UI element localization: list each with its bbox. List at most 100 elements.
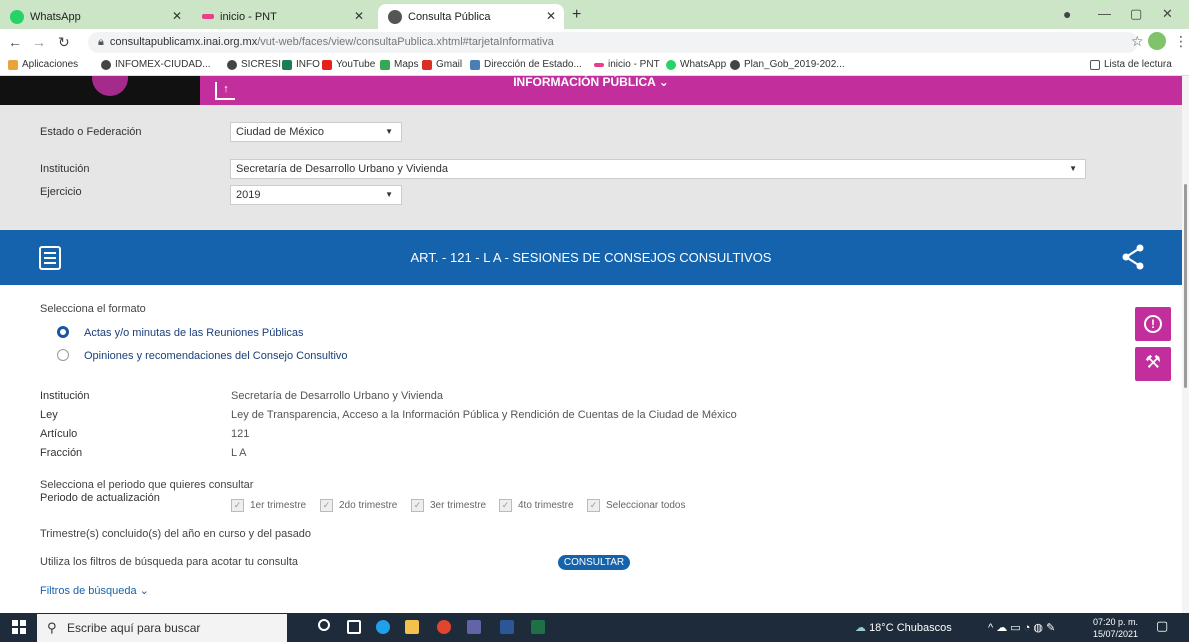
url-field[interactable]: 🔒︎ consultapublicamx.inai.org.mx/vut-web/… bbox=[88, 32, 1138, 53]
bookmark-infomex[interactable]: INFOMEX-CIUDAD... bbox=[101, 59, 211, 70]
cortana-icon[interactable] bbox=[318, 619, 330, 631]
info-fraccion-label: Fracción bbox=[40, 447, 83, 459]
pnt-icon bbox=[202, 14, 214, 19]
wrench-icon: ⚒ bbox=[1144, 352, 1162, 372]
bookmark-youtube[interactable]: YouTube bbox=[322, 59, 375, 70]
ejercicio-select[interactable]: 2019 ▼ bbox=[230, 185, 402, 205]
whatsapp-icon bbox=[10, 9, 24, 24]
checkbox-2do-trimestre[interactable]: ✓ 2do trimestre bbox=[320, 499, 397, 512]
institucion-value: Secretaría de Desarrollo Urbano y Vivien… bbox=[236, 163, 448, 175]
taskbar-search[interactable]: ⚲ Escribe aquí para buscar bbox=[37, 614, 287, 642]
chrome-icon[interactable] bbox=[437, 620, 451, 634]
chevron-down-icon: ▼ bbox=[385, 190, 393, 199]
bookmark-label: Dirección de Estado... bbox=[484, 59, 582, 70]
excel-icon[interactable] bbox=[531, 620, 545, 634]
maximize-button[interactable]: ▢ bbox=[1130, 6, 1142, 22]
bookmark-plan-gob[interactable]: Plan_Gob_2019-202... bbox=[730, 59, 845, 70]
periodo-label: Periodo de actualización bbox=[40, 492, 160, 504]
bookmark-gmail[interactable]: Gmail bbox=[422, 59, 462, 70]
estado-value: Ciudad de México bbox=[236, 126, 325, 138]
avatar[interactable] bbox=[1148, 32, 1166, 50]
tab-label: Consulta Pública bbox=[408, 10, 491, 23]
check-icon: ✓ bbox=[320, 499, 333, 512]
weather-text: 18°C Chubascos bbox=[869, 622, 952, 634]
institucion-select[interactable]: Secretaría de Desarrollo Urbano y Vivien… bbox=[230, 159, 1086, 179]
system-tray-icons[interactable]: ^ ☁ ▭ ◔ ◍ ✎ bbox=[988, 621, 1055, 634]
close-icon[interactable]: ✕ bbox=[546, 9, 556, 23]
filtros-busqueda-toggle[interactable]: Filtros de búsqueda ⌄ bbox=[40, 584, 149, 597]
checkbox-3er-trimestre[interactable]: ✓ 3er trimestre bbox=[411, 499, 486, 512]
tab-consulta-publica[interactable]: Consulta Pública ✕ bbox=[378, 4, 564, 29]
address-bar-row: ← → ↻ 🔒︎ consultapublicamx.inai.org.mx/vu… bbox=[0, 29, 1189, 55]
radio-opiniones[interactable] bbox=[57, 349, 69, 361]
notifications-icon[interactable]: ▢ bbox=[1156, 618, 1168, 634]
tab-whatsapp[interactable]: WhatsApp ✕ bbox=[0, 4, 190, 29]
close-icon[interactable]: ✕ bbox=[172, 9, 182, 23]
tab-inicio-pnt[interactable]: inicio - PNT ✕ bbox=[192, 4, 372, 29]
word-icon[interactable] bbox=[500, 620, 514, 634]
file-explorer-icon[interactable] bbox=[405, 620, 419, 634]
youtube-icon bbox=[322, 59, 332, 70]
teams-icon[interactable] bbox=[467, 620, 481, 634]
close-icon[interactable]: ✕ bbox=[354, 9, 364, 23]
new-tab-button[interactable]: + bbox=[572, 6, 581, 24]
consultar-button[interactable]: CONSULTAR bbox=[558, 555, 630, 570]
reload-button[interactable]: ↻ bbox=[58, 34, 70, 51]
checkbox-4to-trimestre[interactable]: ✓ 4to trimestre bbox=[499, 499, 574, 512]
alert-button[interactable]: ! bbox=[1135, 307, 1171, 341]
bookmark-sicresi[interactable]: SICRESI bbox=[227, 59, 281, 70]
bookmark-star-icon[interactable]: ☆ bbox=[1131, 33, 1144, 50]
radio-opiniones-label[interactable]: Opiniones y recomendaciones del Consejo … bbox=[84, 350, 348, 362]
estado-select[interactable]: Ciudad de México ▼ bbox=[230, 122, 402, 142]
info-institucion-label: Institución bbox=[40, 390, 90, 402]
checkbox-label: 4to trimestre bbox=[518, 500, 574, 511]
scrollbar-thumb[interactable] bbox=[1184, 184, 1187, 388]
hero-header: ↑ INFORMACIÓN PÚBLICA ⌄ bbox=[0, 76, 1182, 105]
windows-start-icon[interactable] bbox=[12, 620, 26, 634]
page-scrollbar[interactable] bbox=[1182, 76, 1189, 613]
task-view-icon[interactable] bbox=[347, 620, 361, 634]
chevron-down-icon: ▼ bbox=[1069, 164, 1077, 173]
bookmark-info[interactable]: INFO bbox=[282, 59, 320, 70]
info-ley-label: Ley bbox=[40, 409, 58, 421]
search-placeholder: Escribe aquí para buscar bbox=[67, 621, 201, 635]
tab-label: inicio - PNT bbox=[220, 10, 277, 23]
periodo-prompt: Selecciona el periodo que quieres consul… bbox=[40, 479, 254, 491]
checkbox-label: 3er trimestre bbox=[430, 500, 487, 511]
bookmark-aplicaciones[interactable]: Aplicaciones bbox=[8, 59, 78, 70]
back-button[interactable]: ← bbox=[8, 34, 22, 50]
checkbox-label: 1er trimestre bbox=[250, 500, 307, 511]
informacion-publica-menu[interactable]: INFORMACIÓN PÚBLICA ⌄ bbox=[0, 76, 1182, 88]
checkbox-1er-trimestre[interactable]: ✓ 1er trimestre bbox=[231, 499, 306, 512]
reading-list-button[interactable]: Lista de lectura bbox=[1090, 59, 1172, 70]
clock[interactable]: 07:20 p. m. 15/07/2021 bbox=[1093, 616, 1138, 640]
bookmark-label: Plan_Gob_2019-202... bbox=[744, 59, 845, 70]
bookmark-label: YouTube bbox=[336, 59, 376, 70]
lock-icon: 🔒︎ bbox=[98, 36, 104, 48]
close-window-button[interactable]: ✕ bbox=[1162, 6, 1173, 22]
profile-dot-icon[interactable]: ● bbox=[1063, 6, 1071, 22]
clock-time: 07:20 p. m. bbox=[1093, 617, 1139, 627]
globe-icon bbox=[227, 59, 237, 70]
radio-actas-label[interactable]: Actas y/o minutas de las Reuniones Públi… bbox=[84, 327, 304, 339]
menu-dots-icon[interactable]: ⋮ bbox=[1174, 33, 1188, 50]
bookmark-maps[interactable]: Maps bbox=[380, 59, 418, 70]
tools-button[interactable]: ⚒ bbox=[1135, 347, 1171, 381]
edge-icon[interactable] bbox=[376, 620, 390, 634]
weather-icon: ☁ bbox=[855, 622, 866, 634]
article-banner: ART. - 121 - L A - SESIONES DE CONSEJOS … bbox=[0, 230, 1182, 285]
checkbox-seleccionar-todos[interactable]: ✓ Seleccionar todos bbox=[587, 499, 686, 512]
radio-actas[interactable] bbox=[57, 326, 69, 338]
forward-button[interactable]: → bbox=[32, 34, 46, 50]
bookmark-label: Gmail bbox=[436, 59, 463, 70]
info-icon bbox=[282, 59, 292, 70]
check-icon: ✓ bbox=[587, 499, 600, 512]
weather-widget[interactable]: ☁ 18°C Chubascos bbox=[855, 621, 952, 634]
bookmark-direccion[interactable]: Dirección de Estado... bbox=[470, 59, 582, 70]
minimize-button[interactable]: — bbox=[1098, 6, 1111, 21]
share-icon[interactable] bbox=[1121, 244, 1145, 270]
bookmark-label: INFOMEX-CIUDAD... bbox=[115, 59, 211, 70]
bookmark-inicio-pnt[interactable]: inicio - PNT bbox=[594, 59, 660, 70]
whatsapp-icon bbox=[666, 59, 676, 70]
bookmark-whatsapp[interactable]: WhatsApp bbox=[666, 59, 726, 70]
